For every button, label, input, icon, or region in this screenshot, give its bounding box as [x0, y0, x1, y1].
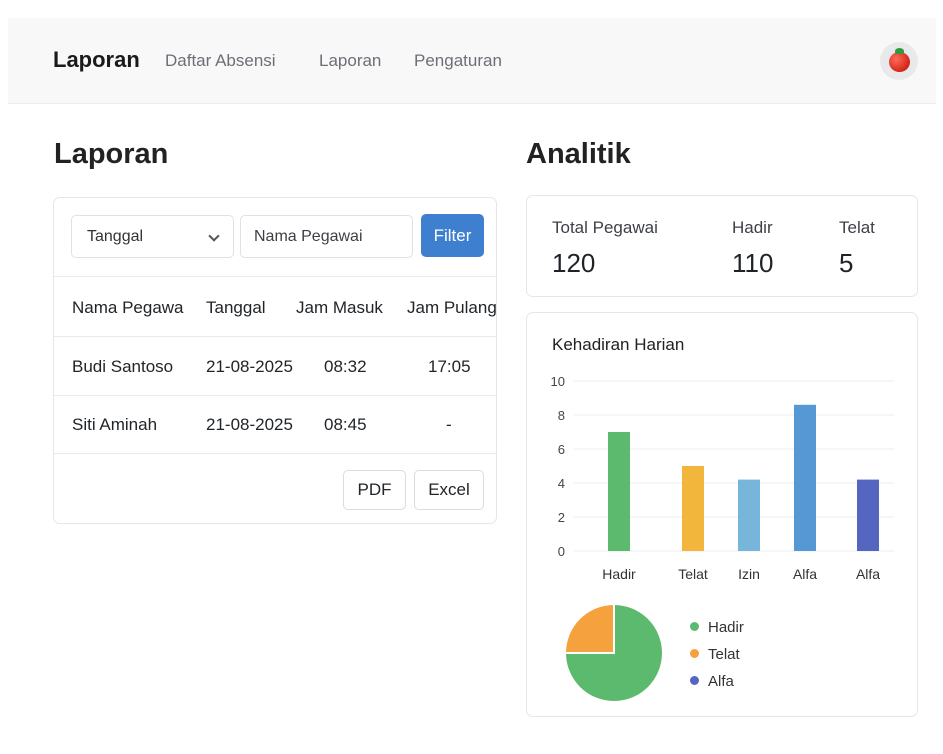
divider — [54, 276, 497, 277]
export-pdf-button[interactable]: PDF — [343, 470, 406, 510]
report-title: Laporan — [54, 138, 169, 170]
analytics-title: Analitik — [526, 138, 631, 170]
table-cell-date: 21-08-2025 — [206, 415, 293, 434]
y-tick-label: 8 — [558, 408, 565, 423]
legend-label: Alfa — [708, 673, 734, 690]
x-tick-label: Telat — [678, 566, 708, 582]
employee-name-input[interactable] — [240, 215, 413, 258]
stats-card: Total Pegawai 120 Hadir 110 Telat 5 — [526, 195, 918, 297]
bar-alfa — [857, 479, 879, 551]
legend-label: Telat — [708, 646, 740, 663]
legend-dot — [690, 649, 699, 658]
tomato-leaf-icon — [895, 48, 904, 54]
y-tick-label: 0 — [558, 544, 565, 559]
y-tick-label: 6 — [558, 442, 565, 457]
column-header-name: Nama Pegawa — [72, 298, 184, 317]
bar-alfa — [794, 404, 816, 551]
table-cell-check-in: 08:45 — [324, 415, 367, 434]
report-card: Tanggal Filter Nama Pegawa Tanggal Jam M… — [53, 197, 497, 524]
x-tick-label: Hadir — [602, 566, 636, 582]
stat-label-total: Total Pegawai — [552, 218, 658, 237]
divider — [54, 395, 497, 396]
export-excel-button[interactable]: Excel — [414, 470, 484, 510]
date-select[interactable]: Tanggal — [71, 215, 234, 258]
legend-dot — [690, 676, 699, 685]
column-header-date: Tanggal — [206, 298, 266, 317]
legend-item-hadir: Hadir — [690, 619, 744, 636]
stat-label-telat: Telat — [839, 218, 875, 237]
legend-label: Hadir — [708, 619, 744, 636]
legend-dot — [690, 622, 699, 631]
pie-chart — [563, 602, 664, 703]
navbar-brand[interactable]: Laporan — [53, 47, 140, 73]
x-tick-label: Alfa — [793, 566, 817, 582]
pie-slice-telat — [563, 602, 615, 654]
legend-item-telat: Telat — [690, 646, 740, 663]
chart-card: Kehadiran Harian 0 2 4 6 8 10 Hadir Telat Izin Al… — [526, 312, 918, 717]
table-cell-date: 21-08-2025 — [206, 357, 293, 376]
stat-value-telat: 5 — [839, 248, 854, 278]
column-header-check-in: Jam Masuk — [296, 298, 383, 317]
y-tick-label: 10 — [551, 374, 565, 389]
stat-label-hadir: Hadir — [732, 218, 773, 237]
stat-value-hadir: 110 — [732, 248, 774, 278]
user-avatar[interactable] — [880, 42, 918, 80]
table-cell-name: Budi Santoso — [72, 357, 174, 376]
tomato-icon — [889, 52, 910, 72]
bar-izin — [738, 479, 760, 551]
table-cell-check-out: - — [446, 415, 452, 434]
table-cell-check-in: 08:32 — [324, 357, 367, 376]
bar-telat — [682, 466, 704, 551]
date-select-value: Tanggal — [87, 228, 144, 245]
stat-value-total: 120 — [552, 248, 596, 278]
table-cell-check-out: 17:05 — [428, 357, 471, 376]
filter-button[interactable]: Filter — [421, 214, 484, 257]
bar-hadir — [608, 432, 630, 551]
chevron-down-icon — [208, 230, 220, 242]
y-tick-label: 2 — [558, 510, 565, 525]
bar-chart: 0 2 4 6 8 10 Hadir Telat Izin Alfa Alfa — [551, 374, 894, 582]
column-header-check-out: Jam Pulang — [407, 298, 497, 317]
table-cell-name: Siti Aminah — [72, 415, 158, 434]
nav-link-pengaturan[interactable]: Pengaturan — [414, 51, 502, 71]
x-tick-label: Alfa — [856, 566, 880, 582]
x-tick-label: Izin — [738, 566, 760, 582]
nav-link-daftar-absensi[interactable]: Daftar Absensi — [165, 51, 276, 71]
top-navbar: Laporan Daftar Absensi Laporan Pengatura… — [8, 18, 936, 104]
nav-link-laporan[interactable]: Laporan — [319, 51, 381, 71]
legend-item-alfa: Alfa — [690, 673, 734, 690]
divider — [54, 453, 497, 454]
y-tick-label: 4 — [558, 476, 565, 491]
divider — [54, 336, 497, 337]
